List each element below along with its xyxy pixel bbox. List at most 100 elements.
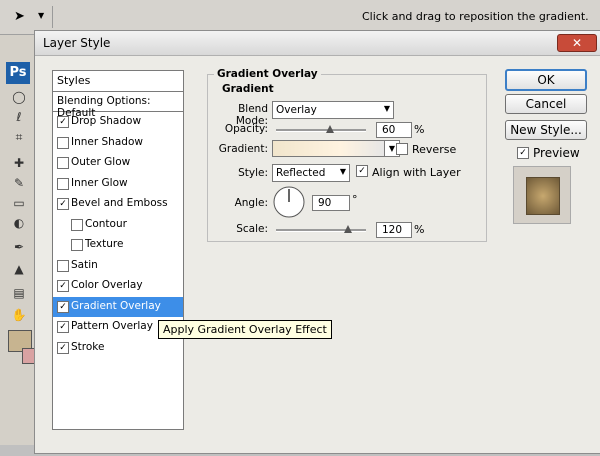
opacity-unit: % (414, 123, 425, 136)
gradient-overlay-group: Gradient Overlay Gradient Blend Mode: Ov… (207, 68, 487, 242)
blend-mode-select[interactable]: Overlay ▼ (272, 101, 394, 119)
tooltip: Apply Gradient Overlay Effect (158, 320, 332, 339)
blending-options-item[interactable]: Blending Options: Default (53, 93, 183, 119)
opacity-slider[interactable] (276, 129, 366, 132)
style-item-checkbox[interactable] (71, 218, 83, 231)
style-item-inner-glow[interactable]: Inner Glow (53, 174, 183, 194)
options-hint: Click and drag to reposition the gradien… (362, 10, 589, 23)
style-item-label: Contour (85, 217, 127, 230)
opacity-value: 60 (382, 124, 396, 136)
style-item-label: Gradient Overlay (71, 299, 161, 312)
style-item-label: Pattern Overlay (71, 320, 153, 332)
style-item-color-overlay[interactable]: ✓ Color Overlay (53, 276, 183, 296)
chevron-down-icon: ▼ (383, 104, 390, 113)
scale-label: Scale: (236, 223, 268, 235)
cancel-button[interactable]: Cancel (505, 94, 587, 114)
angle-unit: ° (352, 193, 358, 206)
style-item-checkbox[interactable]: ✓ (57, 300, 69, 313)
style-item-checkbox[interactable]: ✓ (57, 280, 69, 292)
angle-input[interactable]: 90 (312, 195, 350, 211)
style-item-inner-shadow[interactable]: Inner Shadow (53, 133, 183, 153)
lasso-icon[interactable]: ℓ (10, 110, 28, 124)
style-item-drop-shadow[interactable]: ✓ Drop Shadow (53, 112, 183, 132)
style-item-checkbox[interactable] (57, 177, 69, 190)
style-item-label: Drop Shadow (71, 115, 142, 127)
style-item-label: Satin (71, 258, 98, 271)
style-item-label: Color Overlay (71, 279, 143, 291)
style-item-checkbox[interactable] (57, 136, 69, 149)
angle-label: Angle: (234, 197, 268, 209)
style-item-label: Stroke (71, 340, 105, 353)
style-item-contour[interactable]: Contour (53, 215, 183, 235)
new-style-button[interactable]: New Style... (505, 120, 587, 140)
gradient-label: Gradient: (218, 143, 268, 155)
eraser-icon[interactable]: ▭ (10, 196, 28, 210)
style-label: Style: (238, 167, 268, 179)
group-title: Gradient Overlay (214, 68, 321, 80)
dialog-titlebar[interactable]: Layer Style ✕ (35, 31, 600, 56)
hand-icon[interactable]: ✋ (10, 308, 28, 322)
preview-image (526, 177, 560, 215)
gradient-swatch[interactable] (272, 140, 386, 157)
dialog-title: Layer Style (43, 36, 111, 50)
opacity-input[interactable]: 60 (376, 122, 412, 138)
style-item-label: Bevel and Emboss (71, 197, 168, 209)
pen-icon[interactable]: ✒ (10, 240, 28, 254)
style-item-satin[interactable]: Satin (53, 256, 183, 276)
chevron-down-icon[interactable]: ▼ (38, 11, 44, 20)
blend-mode-value: Overlay (276, 104, 317, 116)
crop-icon[interactable]: ⌗ (10, 130, 28, 144)
style-item-gradient-overlay[interactable]: ✓ Gradient Overlay (53, 296, 183, 317)
layer-style-dialog: Layer Style ✕ Styles Blending Options: D… (34, 30, 600, 454)
style-item-checkbox[interactable]: ✓ (57, 116, 69, 128)
styles-header-label: Styles (57, 74, 91, 87)
style-item-label: Outer Glow (71, 156, 131, 168)
reverse-label: Reverse (412, 143, 457, 156)
angle-dial[interactable] (272, 185, 306, 219)
chevron-down-icon: ▼ (339, 167, 346, 176)
style-item-checkbox[interactable]: ✓ (57, 198, 69, 210)
brush-icon[interactable]: ✎ (10, 176, 28, 190)
healing-icon[interactable]: ✚ (10, 156, 28, 170)
preview-thumbnail (513, 166, 571, 224)
select-arrow-icon[interactable]: ▲ (10, 262, 28, 276)
close-button[interactable]: ✕ (557, 34, 597, 52)
opacity-label: Opacity: (224, 123, 268, 135)
style-item-bevel-and-emboss[interactable]: ✓ Bevel and Emboss (53, 194, 183, 214)
ok-button[interactable]: OK (505, 69, 587, 91)
blur-icon[interactable]: ◐ (10, 216, 28, 230)
style-item-label: Texture (85, 238, 124, 250)
style-item-checkbox[interactable] (57, 259, 69, 272)
close-icon: ✕ (571, 36, 583, 50)
scale-slider-thumb[interactable] (344, 225, 352, 233)
style-item-stroke[interactable]: ✓ Stroke (53, 338, 183, 358)
scale-value: 120 (382, 224, 403, 236)
styles-header[interactable]: Styles (53, 71, 183, 92)
align-with-layer-checkbox[interactable]: ✓ (356, 165, 368, 177)
opacity-slider-thumb[interactable] (326, 125, 334, 133)
style-value: Reflected (276, 167, 326, 179)
align-with-layer-label: Align with Layer (372, 166, 461, 179)
style-select[interactable]: Reflected ▼ (272, 164, 350, 182)
scale-unit: % (414, 223, 425, 236)
style-item-outer-glow[interactable]: Outer Glow (53, 153, 183, 173)
style-item-texture[interactable]: Texture (53, 235, 183, 255)
preview-label: Preview (533, 146, 580, 160)
style-item-checkbox[interactable]: ✓ (57, 321, 69, 333)
preview-checkbox[interactable]: ✓ (517, 147, 529, 159)
notes-icon[interactable]: ▤ (10, 286, 28, 300)
scale-slider[interactable] (276, 229, 366, 232)
move-tool-icon[interactable]: ➤ (14, 9, 32, 25)
style-item-checkbox[interactable]: ✓ (57, 341, 69, 354)
reverse-checkbox[interactable] (396, 143, 408, 155)
style-item-checkbox[interactable] (71, 239, 83, 251)
ps-logo: Ps (6, 62, 30, 84)
scale-input[interactable]: 120 (376, 222, 412, 238)
marquee-icon[interactable]: ◯ (10, 90, 28, 104)
angle-value: 90 (318, 197, 332, 209)
style-item-checkbox[interactable] (57, 157, 69, 169)
style-item-label: Inner Glow (71, 176, 128, 189)
gradient-subtitle: Gradient (222, 83, 274, 95)
styles-list: Styles Blending Options: Default ✓ Drop S… (52, 70, 184, 430)
style-item-label: Inner Shadow (71, 135, 143, 148)
